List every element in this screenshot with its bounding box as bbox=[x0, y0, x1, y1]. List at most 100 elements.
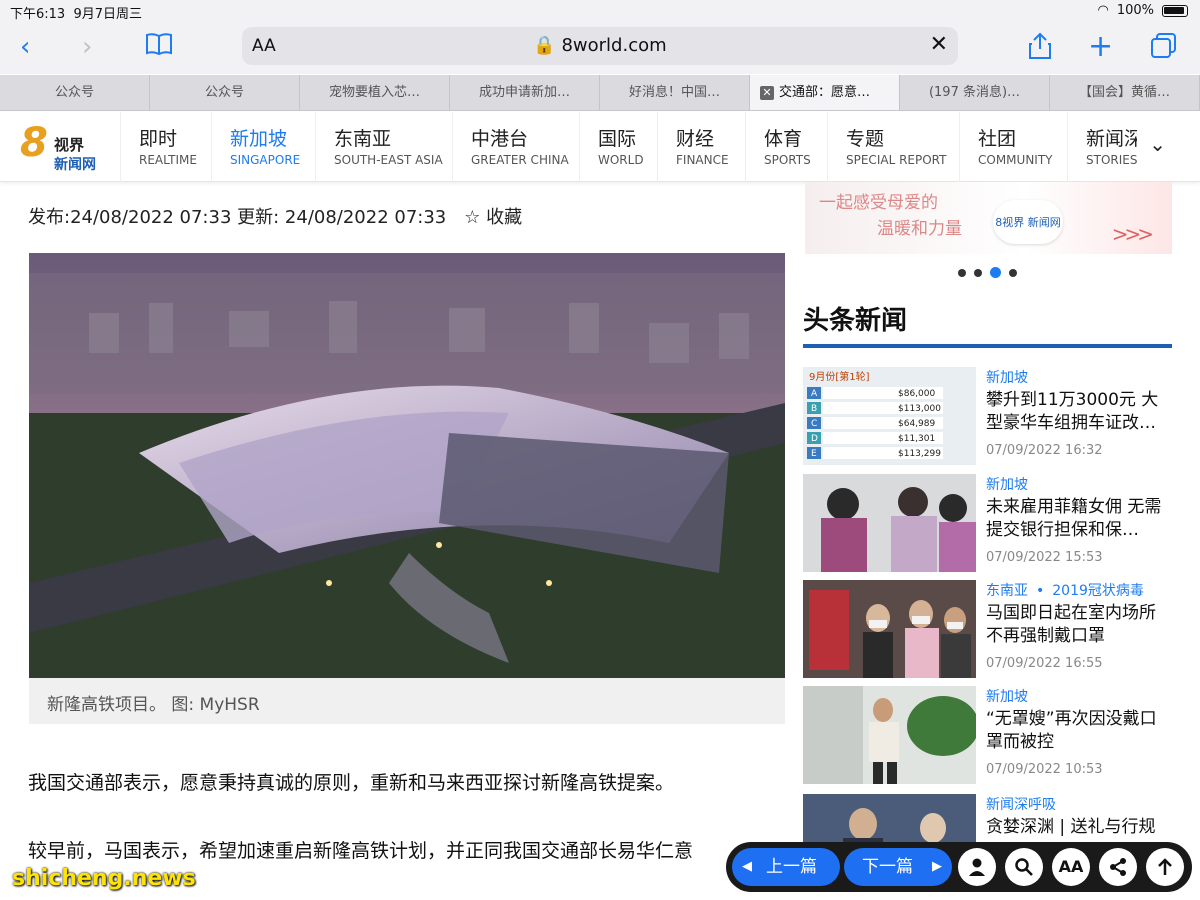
font-size-icon[interactable]: AA bbox=[1052, 848, 1090, 886]
news-item[interactable]: 新闻深呼吸 贪婪深渊 | 送礼与行规 bbox=[803, 794, 1172, 844]
bookmark-button[interactable]: ☆ 收藏 bbox=[464, 207, 522, 228]
browser-tab[interactable]: 好消息！中国… bbox=[600, 75, 750, 110]
article-toolbar: ◀ 上一篇 下一篇 ▶ AA bbox=[726, 842, 1192, 892]
nav-stories[interactable]: 新闻深 STORIES bbox=[1067, 112, 1137, 182]
scroll-top-icon[interactable] bbox=[1146, 848, 1184, 886]
nav-sublabel: COMMUNITY bbox=[978, 153, 1053, 167]
status-date: 9月7日周三 bbox=[73, 7, 143, 22]
browser-tab[interactable]: 【国会】黄循… bbox=[1050, 75, 1200, 110]
user-icon[interactable] bbox=[958, 848, 996, 886]
news-headline[interactable]: 贪婪深渊 | 送礼与行规 bbox=[986, 816, 1172, 844]
news-category[interactable]: 新加坡 bbox=[986, 686, 1028, 706]
news-headline[interactable]: 未来雇用菲籍女佣 无需提交银行担保和保… bbox=[986, 496, 1172, 542]
nav-special-report[interactable]: 专题 SPECIAL REPORT bbox=[827, 112, 959, 182]
publish-date: 发布:24/08/2022 07:33 更新: 24/08/2022 07:33 bbox=[28, 207, 447, 228]
coe-value: $113,000 bbox=[898, 404, 941, 414]
banner-logo: 8视界 新闻网 bbox=[993, 200, 1063, 244]
carousel-dot[interactable] bbox=[1009, 268, 1017, 277]
coe-value: $64,989 bbox=[898, 419, 935, 429]
tabs-overview-icon[interactable] bbox=[1150, 32, 1178, 67]
clear-url-icon[interactable]: ✕ bbox=[930, 32, 948, 57]
news-item[interactable]: 东南亚 • 2019冠状病毒 马国即日起在室内场所不再强制戴口罩 07/09/202… bbox=[803, 580, 1172, 678]
nav-world[interactable]: 国际 WORLD bbox=[579, 112, 657, 182]
news-headline[interactable]: 马国即日起在室内场所不再强制戴口罩 bbox=[986, 602, 1172, 648]
browser-tab-active[interactable]: ✕ 交通部：愿意… bbox=[750, 75, 900, 110]
nav-label: 东南亚 bbox=[334, 128, 392, 150]
news-date: 07/09/2022 16:32 bbox=[986, 443, 1103, 458]
news-date: 07/09/2022 16:55 bbox=[986, 656, 1103, 671]
logo-text-1: 视界 bbox=[54, 136, 85, 154]
status-time-date: 下午6:13 9月7日周三 bbox=[10, 3, 142, 22]
browser-tab[interactable]: 成功申请新加… bbox=[450, 75, 600, 110]
coe-value: $113,299 bbox=[898, 449, 941, 459]
news-category[interactable]: 新加坡 bbox=[986, 474, 1028, 494]
news-item[interactable]: 新加坡 “无罩嫂”再次因没戴口罩而被控 07/09/2022 10:53 bbox=[803, 686, 1172, 784]
nav-finance[interactable]: 财经 FINANCE bbox=[657, 112, 745, 182]
nav-sublabel: SPECIAL REPORT bbox=[846, 153, 947, 167]
site-logo[interactable]: 8 视界 新闻网 bbox=[18, 120, 118, 176]
nav-community[interactable]: 社团 COMMUNITY bbox=[959, 112, 1067, 182]
arrows-icon: >>> bbox=[1111, 222, 1154, 246]
status-right: ◠ 100% bbox=[1097, 3, 1188, 18]
news-thumbnail[interactable] bbox=[803, 474, 976, 572]
nav-sublabel: SINGAPORE bbox=[230, 153, 301, 167]
carousel-dot-active[interactable] bbox=[990, 267, 1001, 278]
news-category[interactable]: 新闻深呼吸 bbox=[986, 794, 1056, 814]
browser-toolbar: ‹ › AA 🔒 8world.com ✕ + bbox=[0, 22, 1200, 74]
coe-table-graphic: 9月份[第1轮] A $86,000 B $113,000 C $64,989 D $1… bbox=[803, 367, 976, 465]
news-date: 07/09/2022 15:53 bbox=[986, 550, 1103, 565]
search-icon[interactable] bbox=[1005, 848, 1043, 886]
url-text[interactable]: 🔒 8world.com bbox=[242, 35, 958, 56]
news-category[interactable]: 东南亚 • 2019冠状病毒 bbox=[986, 580, 1144, 600]
news-thumbnail[interactable] bbox=[803, 580, 976, 678]
news-thumbnail[interactable]: 9月份[第1轮] A $86,000 B $113,000 C $64,989 D $1… bbox=[803, 367, 976, 465]
coe-cat: B bbox=[811, 404, 817, 414]
carousel-dots[interactable] bbox=[958, 267, 1017, 278]
news-thumbnail[interactable] bbox=[803, 794, 976, 844]
photo-masked-crowd bbox=[803, 580, 976, 678]
triangle-left-icon: ◀ bbox=[742, 859, 752, 874]
nav-sublabel: REALTIME bbox=[139, 153, 197, 167]
browser-tab[interactable]: (197 条消息)… bbox=[900, 75, 1050, 110]
article-paragraph: 我国交通部表示，愿意秉持真诚的原则，重新和马来西亚探讨新隆高铁提案。 bbox=[28, 772, 675, 794]
wifi-icon: ◠ bbox=[1097, 3, 1109, 18]
new-tab-icon[interactable]: + bbox=[1088, 32, 1113, 62]
nav-label: 国际 bbox=[598, 128, 637, 150]
nav-realtime[interactable]: 即时 REALTIME bbox=[120, 112, 210, 182]
nav-label: 中港台 bbox=[471, 128, 529, 150]
nav-greater-china[interactable]: 中港台 GREATER CHINA bbox=[452, 112, 579, 182]
carousel-dot[interactable] bbox=[958, 268, 966, 277]
close-tab-icon[interactable]: ✕ bbox=[760, 86, 774, 100]
forward-icon[interactable]: › bbox=[82, 32, 92, 62]
news-headline[interactable]: “无罩嫂”再次因没戴口罩而被控 bbox=[986, 708, 1172, 754]
coe-value: $11,301 bbox=[898, 434, 935, 444]
news-item[interactable]: 9月份[第1轮] A $86,000 B $113,000 C $64,989 D $1… bbox=[803, 367, 1172, 465]
browser-tab[interactable]: 宠物要植入芯… bbox=[300, 75, 450, 110]
nav-sports[interactable]: 体育 SPORTS bbox=[745, 112, 827, 182]
address-bar[interactable]: AA 🔒 8world.com ✕ bbox=[242, 27, 958, 65]
next-article-button[interactable]: 下一篇 ▶ bbox=[844, 848, 952, 886]
share-icon[interactable] bbox=[1028, 32, 1052, 67]
nav-sea[interactable]: 东南亚 SOUTH-EAST ASIA bbox=[315, 112, 451, 182]
news-category-primary[interactable]: 东南亚 bbox=[986, 583, 1028, 599]
back-icon[interactable]: ‹ bbox=[20, 32, 30, 62]
news-category-secondary[interactable]: 2019冠状病毒 bbox=[1052, 583, 1144, 599]
article-paragraph: 较早前，马国表示，希望加速重启新隆高铁计划，并正同我国交通部长易华仁意 bbox=[28, 840, 694, 862]
nav-singapore[interactable]: 新加坡 SINGAPORE bbox=[211, 112, 314, 182]
chevron-down-icon[interactable]: ⌄ bbox=[1149, 132, 1166, 156]
prev-article-button[interactable]: ◀ 上一篇 bbox=[732, 848, 840, 886]
share-icon[interactable] bbox=[1099, 848, 1137, 886]
watermark: shicheng.news bbox=[12, 866, 196, 891]
bookmarks-icon[interactable] bbox=[145, 32, 173, 63]
news-thumbnail[interactable] bbox=[803, 686, 976, 784]
news-item[interactable]: 新加坡 未来雇用菲籍女佣 无需提交银行担保和保… 07/09/2022 15:5… bbox=[803, 474, 1172, 572]
carousel-dot[interactable] bbox=[974, 268, 982, 277]
news-category[interactable]: 新加坡 bbox=[986, 367, 1028, 387]
banner-text: 一起感受母爱的 bbox=[819, 193, 938, 213]
browser-tab[interactable]: 公众号 bbox=[150, 75, 300, 110]
news-date: 07/09/2022 10:53 bbox=[986, 762, 1103, 777]
nav-label: 即时 bbox=[139, 128, 178, 150]
ad-banner[interactable]: 一起感受母爱的 温暖和力量 8视界 新闻网 >>> bbox=[805, 182, 1172, 254]
browser-tab[interactable]: 公众号 bbox=[0, 75, 150, 110]
news-headline[interactable]: 攀升到11万3000元 大型豪华车组拥车证改… bbox=[986, 389, 1172, 435]
